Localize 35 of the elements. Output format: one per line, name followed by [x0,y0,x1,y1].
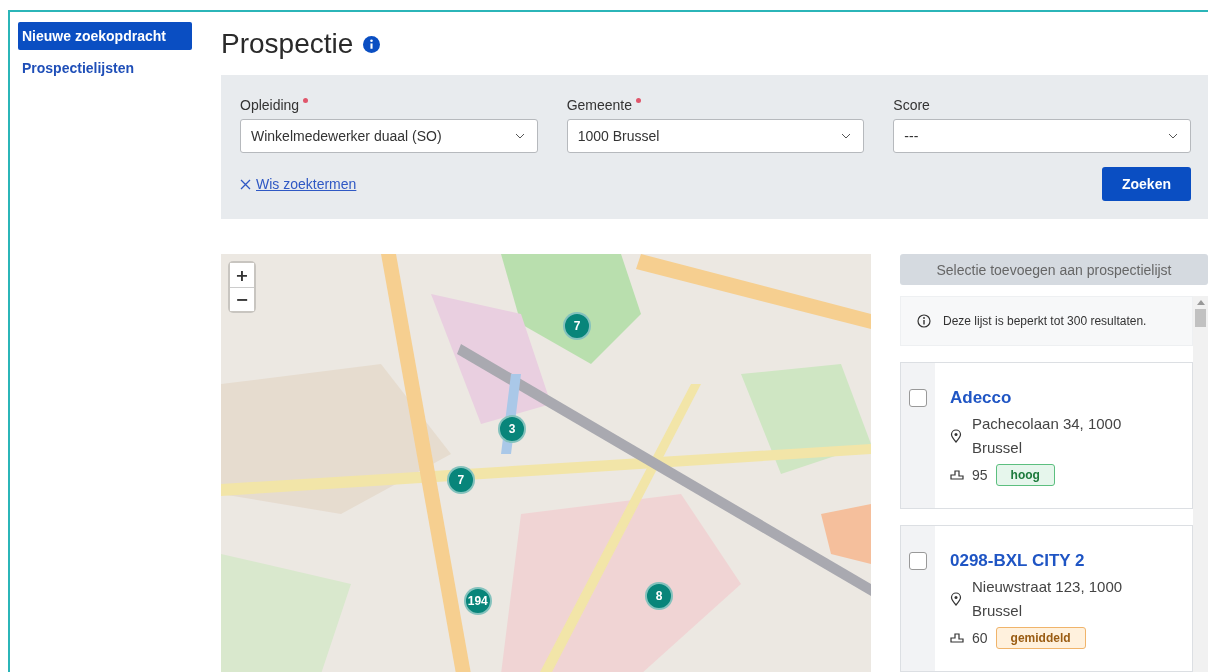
location-pin-icon [950,592,962,606]
scroll-up-icon[interactable] [1196,300,1205,305]
sidebar-item[interactable]: Prospectielijsten [18,54,192,82]
field-label: Score [893,97,930,113]
search-button[interactable]: Zoeken [1101,167,1191,201]
score-value: 95 [972,467,988,483]
company-name-link[interactable]: Adecco [950,388,1142,408]
chevron-down-icon [514,133,525,139]
scrollbar-thumb[interactable] [1195,309,1206,327]
notice-text: Deze lijst is beperkt tot 300 resultaten. [943,314,1147,328]
zoom-out-button[interactable]: − [230,287,254,311]
select-field[interactable]: --- [893,119,1191,153]
scrollbar-track[interactable] [1193,296,1208,672]
rating-badge: gemiddeld [995,627,1086,649]
podium-icon [950,633,964,643]
location-pin-icon [950,429,962,443]
page-title: Prospectie [221,28,354,60]
field-label: Gemeente [566,97,633,113]
podium-icon [950,470,964,480]
info-icon[interactable] [363,35,381,53]
close-icon [240,178,251,190]
address-text: Nieuwstraat 123, 1000 Brussel [972,577,1124,621]
select-field[interactable]: Winkelmedewerker duaal (SO) [240,119,538,153]
checkbox[interactable] [909,552,927,570]
score-value: 60 [972,630,988,646]
rating-badge: hoog [995,464,1055,486]
address-text: Pachecolaan 34, 1000 Brussel [972,414,1123,458]
select-field[interactable]: 1000 Brussel [566,119,865,153]
info-icon [917,314,931,328]
chevron-down-icon [841,133,852,139]
company-name-link[interactable]: 0298-BXL CITY 2 [950,551,1142,571]
sidebar-item[interactable]: Nieuwe zoekopdracht [18,22,192,50]
field-label: Opleiding [240,97,300,113]
checkbox[interactable] [909,389,927,407]
chevron-down-icon [1168,133,1178,139]
